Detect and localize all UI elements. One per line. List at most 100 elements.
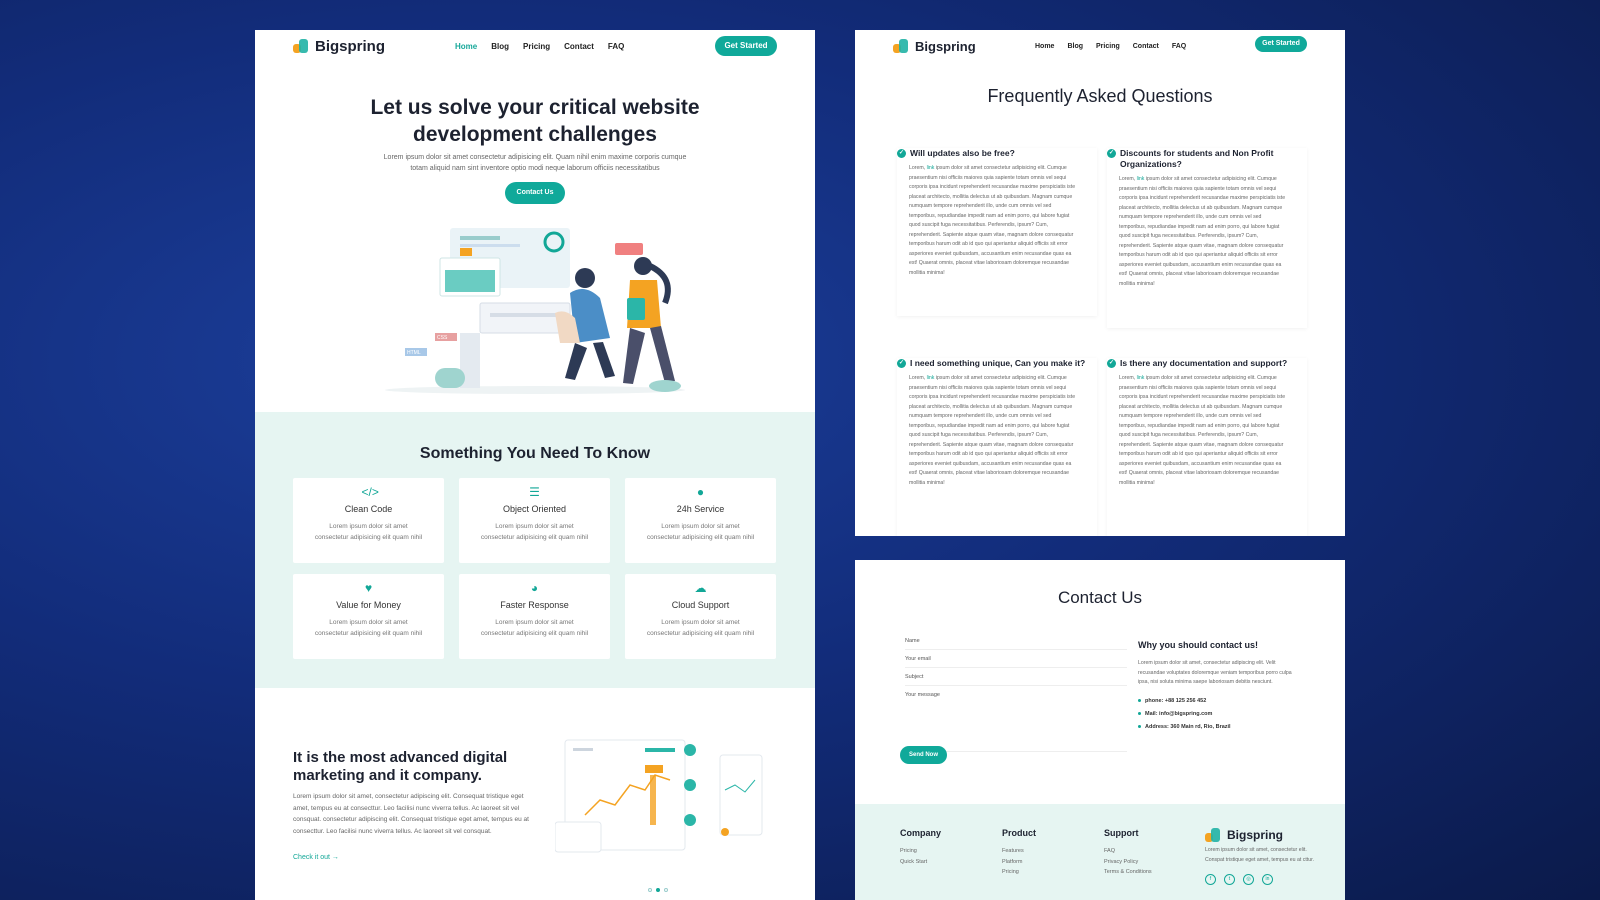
nav-faq[interactable]: FAQ [608, 42, 624, 51]
footer-brand: Bigspring Lorem ipsum dolor sit amet, co… [1205, 828, 1315, 885]
faq-page-panel: Bigspring Home Blog Pricing Contact FAQ … [855, 30, 1345, 536]
brand-name: Bigspring [315, 37, 385, 55]
nav-contact[interactable]: Contact [564, 42, 594, 51]
feature-desc: Lorem ipsum dolor sit amet consectetur a… [314, 619, 423, 637]
feature-card-faster-response: ◕ Faster Response Lorem ipsum dolor sit … [459, 574, 610, 659]
footer-link[interactable]: Privacy Policy [1104, 857, 1152, 868]
check-circle-icon: ✓ [1107, 359, 1116, 368]
why-contact-desc: Lorem ipsum dolor sit amet, consectetur … [1138, 660, 1292, 685]
logo-icon [293, 39, 311, 53]
feature-card-value-for-money: ♥ Value for Money Lorem ipsum dolor sit … [293, 574, 444, 659]
check-it-out-link[interactable]: Check it out → [293, 854, 339, 861]
faq-item: ✓ Discounts for students and Non Profit O… [1107, 148, 1307, 328]
contact-title: Contact Us [1057, 588, 1143, 607]
contact-address: Address: 360 Main rd, Rio, Brazil [1138, 721, 1231, 734]
footer-link[interactable]: Platform [1002, 857, 1036, 868]
contact-mail[interactable]: Mail: info@bigspring.com [1138, 708, 1231, 721]
check-circle-icon: ✓ [897, 359, 906, 368]
brand-logo[interactable]: Bigspring [893, 39, 976, 54]
svg-text:CSS: CSS [437, 335, 448, 341]
nav-faq[interactable]: FAQ [1172, 43, 1186, 50]
footer-column-product: Product Features Platform Pricing [1002, 828, 1036, 878]
carousel-dot[interactable] [664, 888, 668, 892]
footer-column-title: Product [1002, 828, 1037, 838]
feature-card-cloud-support: ☁ Cloud Support Lorem ipsum dolor sit am… [625, 574, 776, 659]
check-circle-icon: ✓ [897, 149, 906, 158]
linkedin-icon[interactable]: in [1262, 874, 1273, 885]
footer-link[interactable]: Quick Start [900, 857, 941, 868]
feature-title: 24h Service [676, 504, 725, 514]
twitter-icon[interactable]: t [1224, 874, 1235, 885]
hero-illustration: CSS HTML [385, 228, 685, 394]
brand-name: Bigspring [915, 38, 976, 54]
cloud-icon: ☁ [694, 581, 707, 595]
footer-column-company: Company Pricing Quick Start [900, 828, 941, 867]
faq-answer-link[interactable]: link [1137, 176, 1145, 182]
send-now-button[interactable]: Send Now [900, 746, 947, 764]
footer-column-support: Support FAQ Privacy Policy Terms & Condi… [1104, 828, 1152, 878]
faq-title: Frequently Asked Questions [987, 86, 1213, 106]
svg-text:HTML: HTML [407, 350, 421, 356]
footer-column-title: Company [900, 828, 942, 838]
nav-pricing[interactable]: Pricing [523, 42, 550, 51]
nav-blog[interactable]: Blog [491, 42, 509, 51]
get-started-button[interactable]: Get Started [1255, 36, 1307, 52]
email-field[interactable]: Your email [905, 656, 1127, 668]
hero-subtitle: Lorem ipsum dolor sit amet consectetur a… [383, 154, 687, 172]
faq-answer-link[interactable]: link [1137, 375, 1145, 381]
nav-links: Home Blog Pricing Contact FAQ [1035, 43, 1186, 50]
footer-link[interactable]: Pricing [900, 846, 941, 857]
feature-desc: Lorem ipsum dolor sit amet consectetur a… [314, 523, 423, 541]
faq-question: Discounts for students and Non Profit Or… [1120, 148, 1274, 169]
faq-answer: Lorem, link ipsum dolor sit amet consect… [1119, 375, 1286, 486]
user-service-icon: ● [696, 485, 705, 499]
feature-desc: Lorem ipsum dolor sit amet consectetur a… [480, 619, 589, 637]
nav-home[interactable]: Home [455, 42, 477, 51]
feature-title: Value for Money [336, 600, 401, 610]
features-title: Something You Need To Know [419, 445, 651, 462]
get-started-button[interactable]: Get Started [715, 36, 777, 56]
name-field[interactable]: Name [905, 638, 1127, 650]
faq-answer-link[interactable]: link [927, 375, 935, 381]
contact-us-button[interactable]: Contact Us [505, 182, 565, 204]
faq-question: Is there any documentation and support? [1120, 358, 1288, 368]
nav-blog[interactable]: Blog [1067, 43, 1083, 50]
footer: Company Pricing Quick Start Product Feat… [855, 804, 1345, 900]
marketing-description: Lorem ipsum dolor sit amet, consectetur … [293, 793, 529, 835]
brand-logo[interactable]: Bigspring [293, 38, 385, 55]
faq-question: I need something unique, Can you make it… [910, 358, 1086, 368]
feature-desc: Lorem ipsum dolor sit amet consectetur a… [646, 619, 755, 637]
feature-title: Object Oriented [502, 504, 567, 514]
nav-home[interactable]: Home [1035, 43, 1054, 50]
faq-question: Will updates also be free? [910, 148, 1015, 158]
instagram-icon[interactable]: ◎ [1243, 874, 1254, 885]
speedometer-icon: ◕ [530, 581, 539, 595]
feature-title: Cloud Support [671, 600, 730, 610]
nav-pricing[interactable]: Pricing [1096, 43, 1120, 50]
contact-info-list: phone: +88 125 256 452 Mail: info@bigspr… [1138, 695, 1231, 734]
carousel-dot[interactable] [648, 888, 652, 892]
faq-item: ✓ Will updates also be free? Lorem, link … [897, 148, 1097, 316]
footer-link[interactable]: FAQ [1104, 846, 1152, 857]
faq-answer-link[interactable]: link [927, 165, 935, 171]
faq-item: ✓ Is there any documentation and support?… [1107, 358, 1307, 536]
facebook-icon[interactable]: f [1205, 874, 1216, 885]
footer-link[interactable]: Pricing [1002, 867, 1036, 878]
marketing-title: It is the most advanced digital marketin… [293, 749, 508, 784]
message-field[interactable]: Your message [905, 692, 1127, 752]
faq-navbar: Bigspring Home Blog Pricing Contact FAQ … [855, 30, 1345, 62]
feature-card-24h-service: ● 24h Service Lorem ipsum dolor sit amet… [625, 478, 776, 563]
check-circle-icon: ✓ [1107, 149, 1116, 158]
carousel-dots[interactable] [648, 888, 668, 892]
feature-desc: Lorem ipsum dolor sit amet consectetur a… [646, 523, 755, 541]
brand-logo[interactable]: Bigspring [1205, 828, 1315, 842]
dashboard-illustration [555, 739, 763, 853]
features-section: Something You Need To Know </> Clean Cod… [255, 412, 815, 688]
subject-field[interactable]: Subject [905, 674, 1127, 686]
footer-link[interactable]: Terms & Conditions [1104, 867, 1152, 878]
nav-contact[interactable]: Contact [1133, 43, 1159, 50]
carousel-dot-active[interactable] [656, 888, 660, 892]
home-navbar: Bigspring Home Blog Pricing Contact FAQ … [255, 30, 815, 62]
footer-link[interactable]: Features [1002, 846, 1036, 857]
feature-title: Faster Response [500, 600, 569, 610]
